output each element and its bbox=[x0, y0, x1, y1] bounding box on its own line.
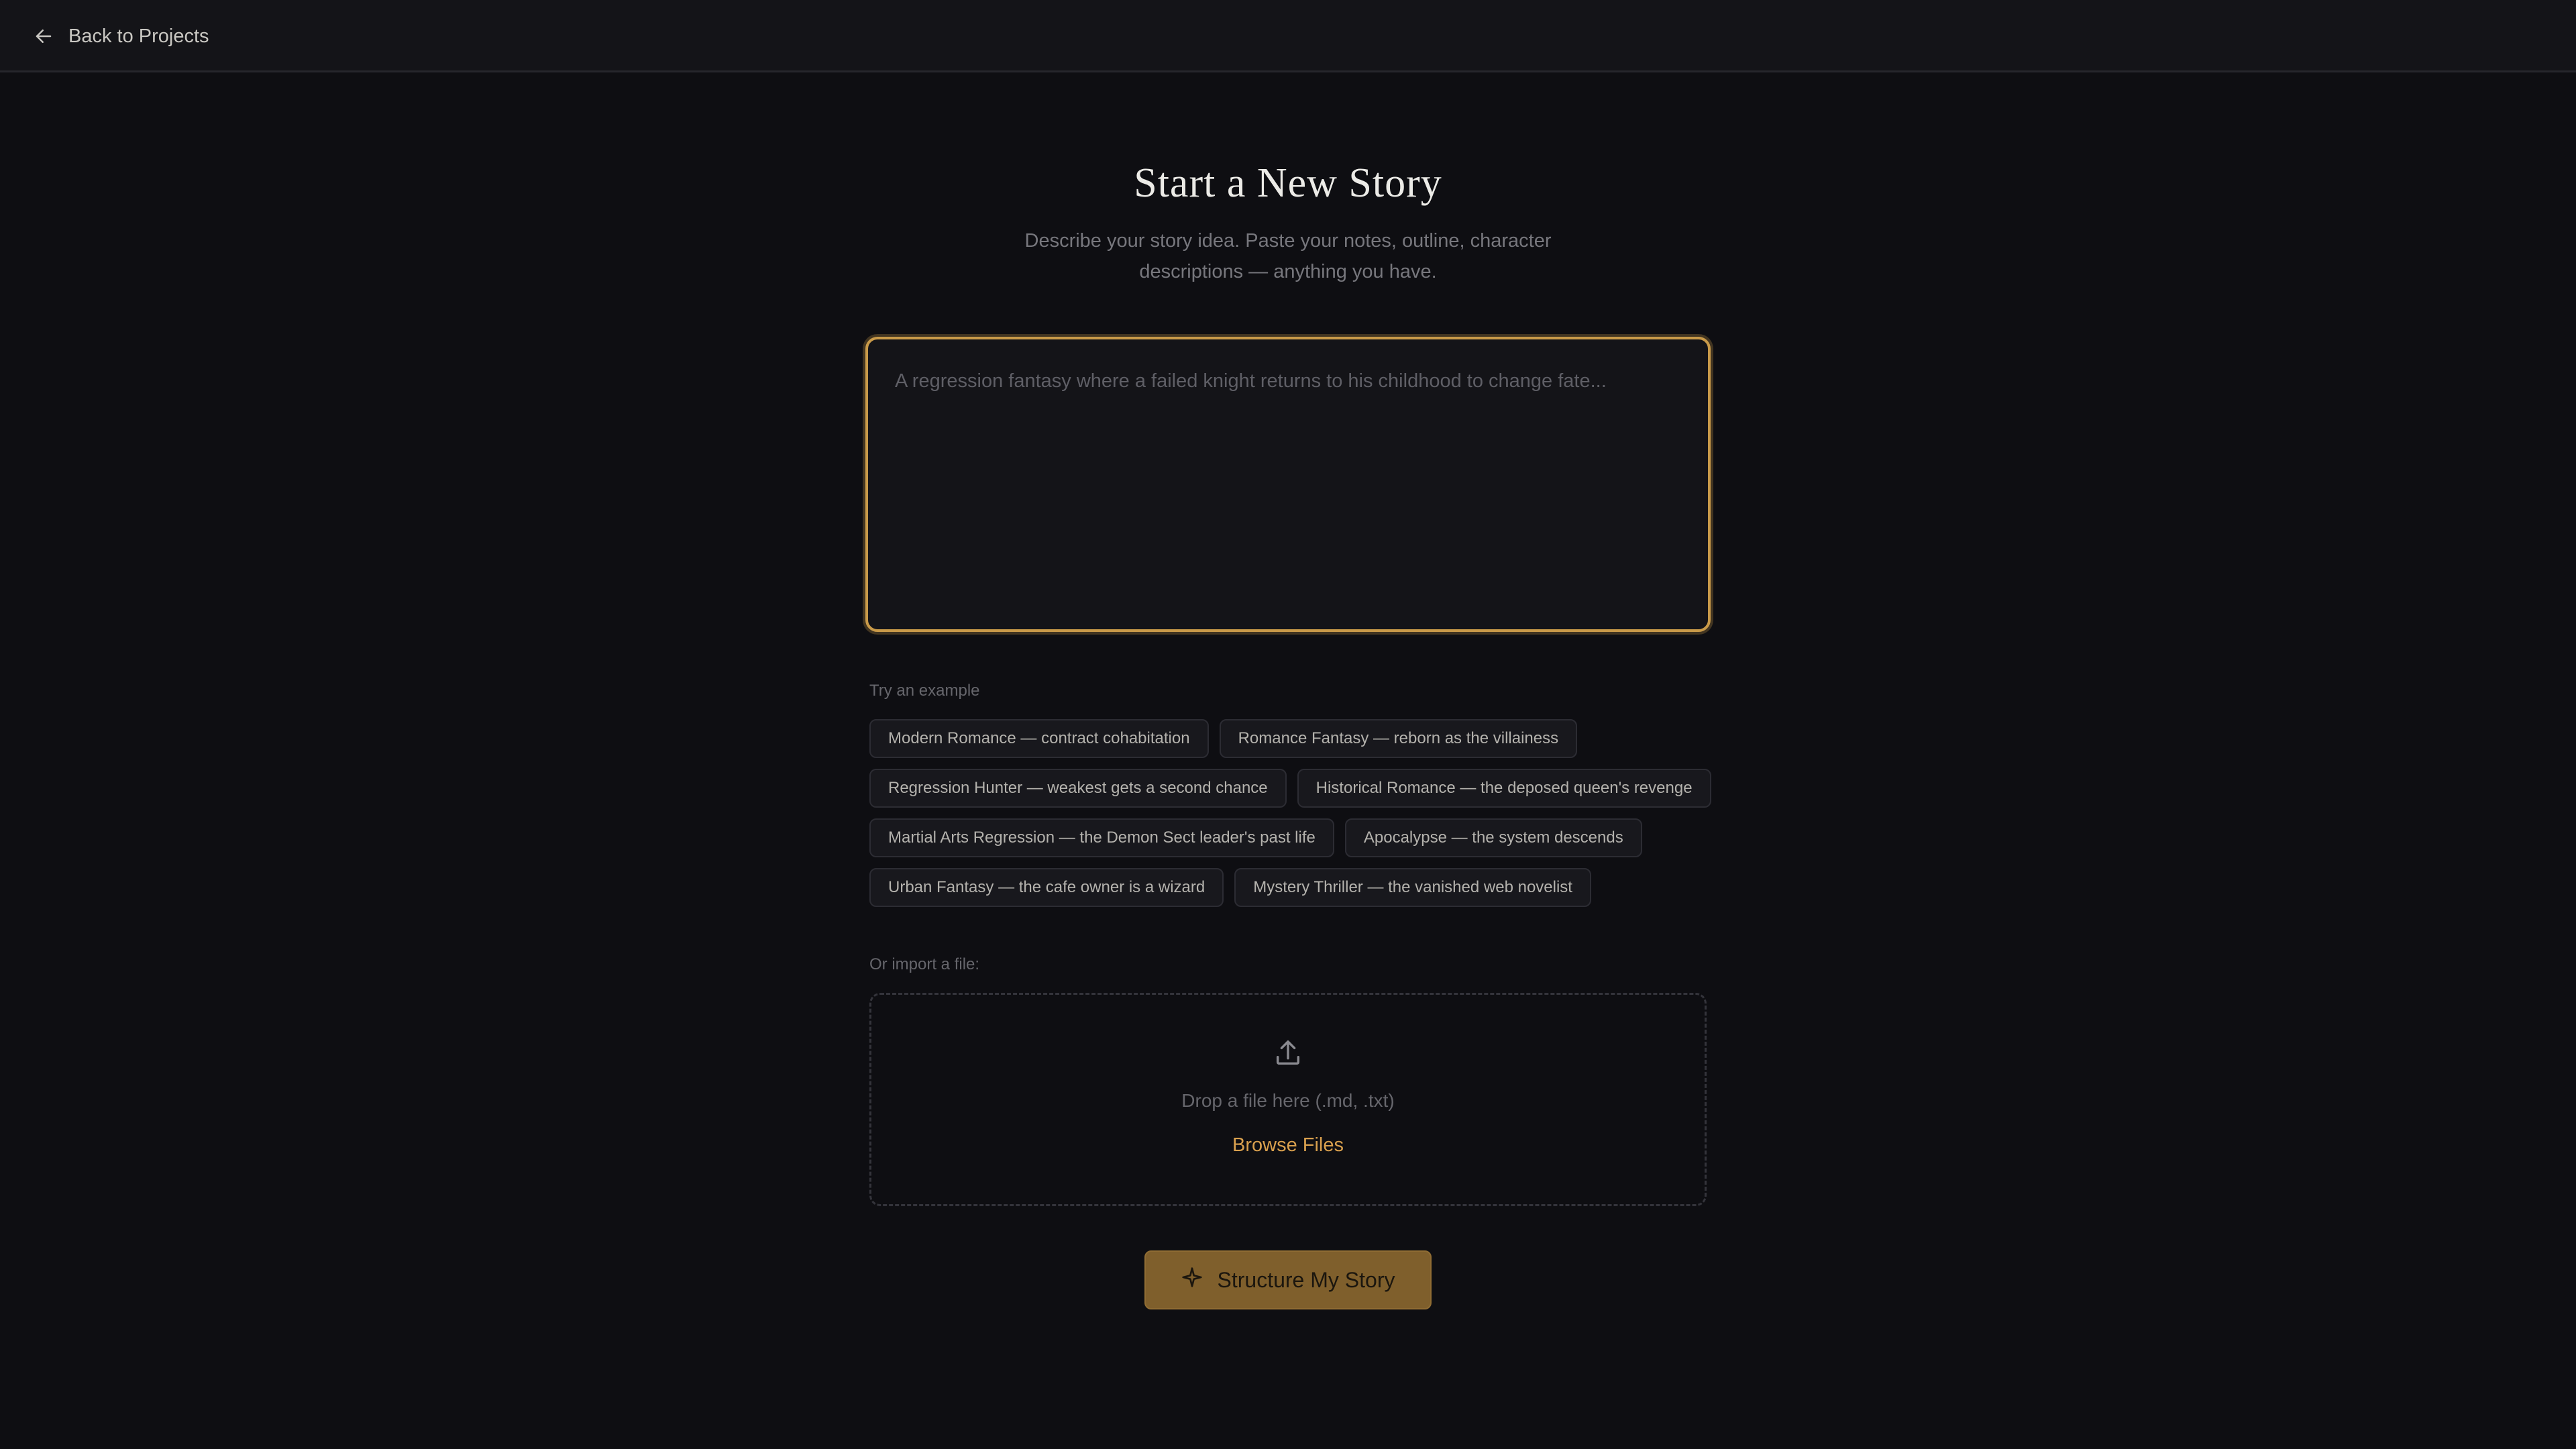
example-chips: Modern Romance — contract cohabitation R… bbox=[869, 719, 1715, 907]
arrow-left-icon bbox=[34, 26, 54, 46]
import-label: Or import a file: bbox=[869, 955, 980, 973]
page-subtitle: Describe your story idea. Paste your not… bbox=[1024, 230, 1552, 282]
sparkle-icon bbox=[1181, 1267, 1203, 1293]
example-chip[interactable]: Regression Hunter — weakest gets a secon… bbox=[869, 769, 1287, 808]
browse-files-button[interactable]: Browse Files bbox=[871, 1134, 1705, 1157]
upload-icon bbox=[1273, 1038, 1303, 1072]
dropzone-text: Drop a file here (.md, .txt) bbox=[1181, 1090, 1395, 1111]
example-chip[interactable]: Modern Romance — contract cohabitation bbox=[869, 719, 1209, 758]
story-idea-input[interactable] bbox=[868, 339, 1708, 629]
page-title: Start a New Story bbox=[1134, 160, 1442, 206]
top-bar: Back to Projects bbox=[0, 0, 2576, 72]
structure-button-label: Structure My Story bbox=[1217, 1267, 1395, 1292]
example-chip[interactable]: Romance Fantasy — reborn as the villaine… bbox=[1219, 719, 1578, 758]
back-link-label: Back to Projects bbox=[68, 25, 209, 47]
structure-my-story-button[interactable]: Structure My Story bbox=[1144, 1250, 1432, 1309]
file-dropzone[interactable]: Drop a file here (.md, .txt) Browse File… bbox=[869, 993, 1707, 1206]
example-chip[interactable]: Apocalypse — the system descends bbox=[1344, 818, 1642, 857]
back-to-projects-link[interactable]: Back to Projects bbox=[34, 21, 209, 51]
story-idea-container bbox=[865, 337, 1711, 632]
example-chip[interactable]: Historical Romance — the deposed queen's… bbox=[1297, 769, 1711, 808]
example-chip[interactable]: Mystery Thriller — the vanished web nove… bbox=[1234, 868, 1591, 907]
example-chip[interactable]: Martial Arts Regression — the Demon Sect… bbox=[869, 818, 1334, 857]
examples-label: Try an example bbox=[869, 682, 980, 700]
example-chip[interactable]: Urban Fantasy — the cafe owner is a wiza… bbox=[869, 868, 1224, 907]
